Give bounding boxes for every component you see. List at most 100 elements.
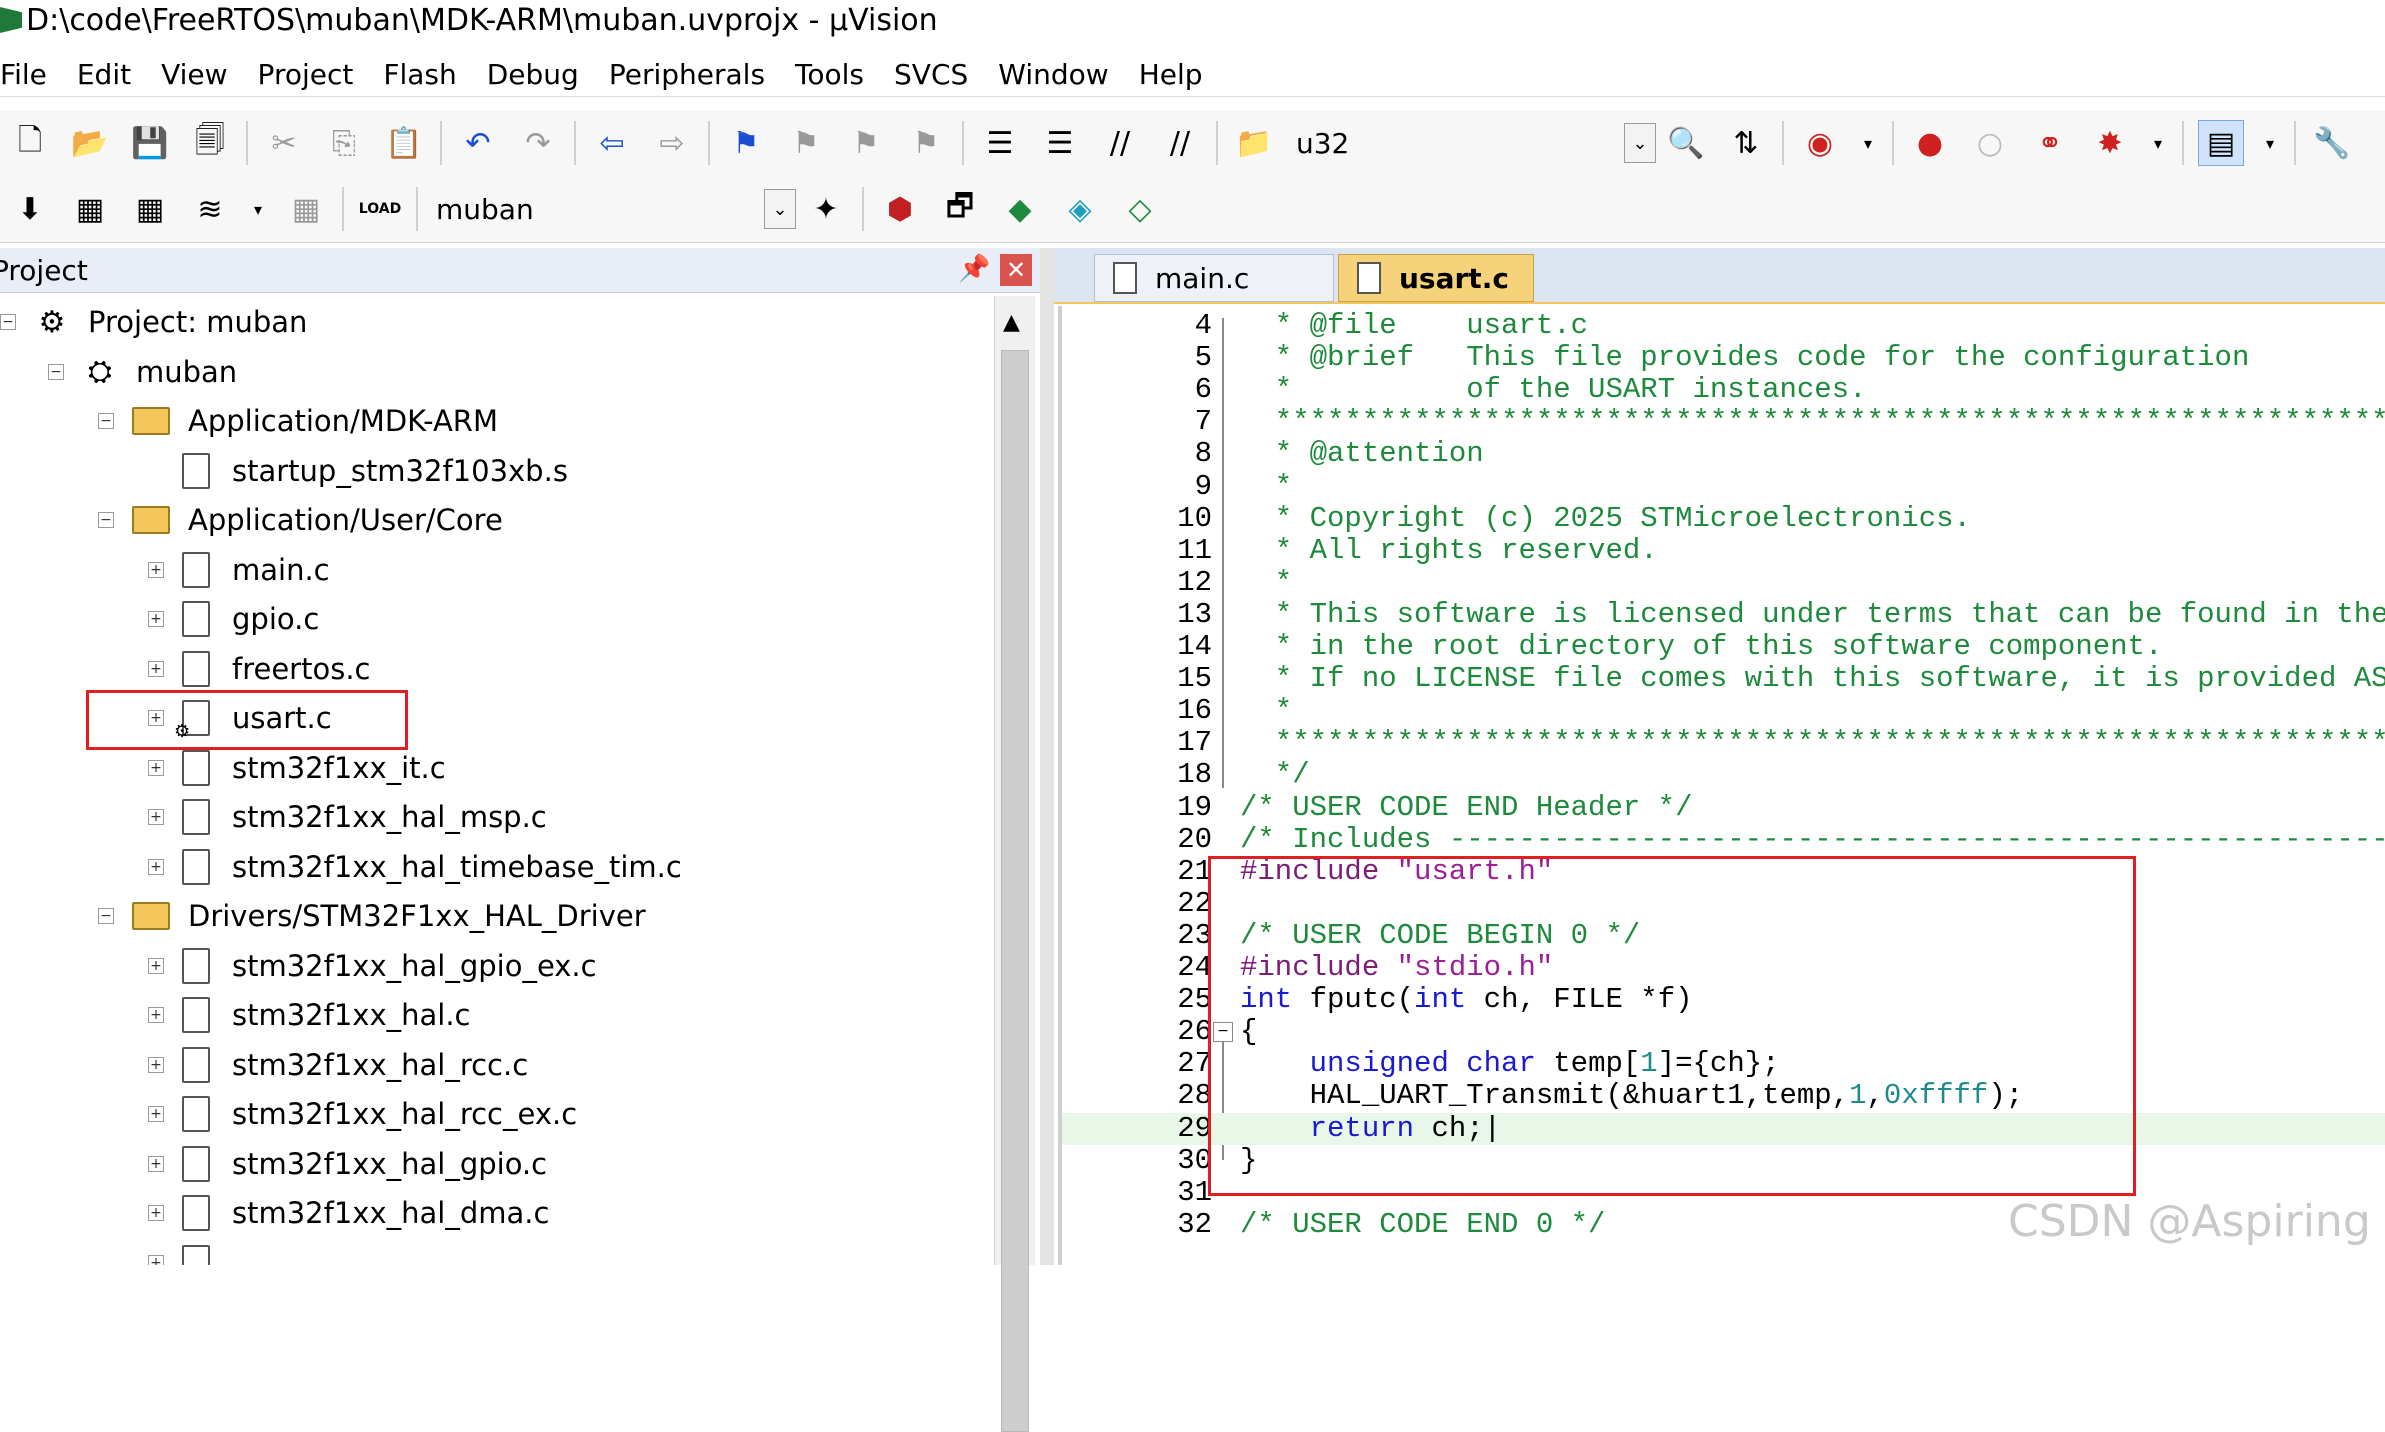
incremental-find-icon[interactable]: ⇅: [1724, 121, 1768, 165]
tree-item-file[interactable]: + stm32f1xx_hal_gpio_ex.c: [148, 944, 597, 988]
unindent-icon[interactable]: ☰: [1038, 121, 1082, 165]
comment-icon[interactable]: //: [1098, 121, 1142, 165]
disable-all-breakpoints-icon[interactable]: ⚭: [2028, 121, 2072, 165]
code-line[interactable]: 12 *: [1062, 566, 2385, 599]
menu-flash[interactable]: Flash: [383, 58, 456, 91]
collapse-icon[interactable]: −: [98, 413, 114, 429]
collapse-icon[interactable]: −: [48, 363, 64, 380]
code-line[interactable]: 19 /* USER CODE END Header */: [1062, 791, 2385, 824]
code-line[interactable]: 9 *: [1062, 470, 2385, 503]
cut-icon[interactable]: ✂: [262, 121, 306, 165]
undo-icon[interactable]: ↶: [456, 121, 500, 165]
translate-icon[interactable]: ⬇: [8, 187, 52, 231]
code-line[interactable]: 27 unsigned char temp[1]={ch};: [1062, 1048, 2385, 1080]
stop-build-icon[interactable]: ▦: [284, 187, 328, 231]
expand-icon[interactable]: +: [148, 1205, 164, 1221]
configure-icon[interactable]: 🔧: [2310, 121, 2354, 165]
chevron-down-icon[interactable]: ▾: [2148, 121, 2168, 165]
menu-file[interactable]: File: [0, 58, 47, 91]
close-icon[interactable]: ✕: [1000, 254, 1032, 286]
code-line[interactable]: 28 HAL_UART_Transmit(&huart1,temp,1,0xff…: [1062, 1080, 2385, 1112]
new-file-icon[interactable]: 🗋: [8, 121, 52, 165]
tree-item-file[interactable]: + stm32f1xx_hal_rcc_ex.c: [148, 1092, 577, 1136]
target-select[interactable]: muban ⌄: [424, 189, 796, 229]
code-line[interactable]: 29 return ch;|: [1062, 1112, 2385, 1145]
window-layout-icon[interactable]: ▤: [2198, 120, 2244, 166]
prev-bookmark-icon[interactable]: ⚑: [784, 121, 828, 165]
expand-icon[interactable]: +: [148, 759, 164, 776]
kill-all-breakpoints-icon[interactable]: ✸: [2088, 121, 2132, 165]
insert-breakpoint-icon[interactable]: ●: [1908, 121, 1952, 165]
open-file-icon[interactable]: 📂: [68, 121, 112, 165]
code-line[interactable]: 21 #include "usart.h": [1062, 855, 2385, 888]
tree-item-file[interactable]: + stm32f1xx_hal_rcc.c: [148, 1043, 528, 1087]
tree-item-folder[interactable]: − Drivers/STM32F1xx_HAL_Driver: [98, 894, 646, 938]
uncomment-icon[interactable]: //: [1158, 121, 1202, 165]
expand-icon[interactable]: +: [148, 561, 164, 578]
tree-item-target[interactable]: − ⛭ muban: [48, 350, 237, 394]
collapse-icon[interactable]: −: [98, 512, 114, 528]
code-line[interactable]: 26 {: [1062, 1016, 2385, 1048]
menu-project[interactable]: Project: [258, 58, 354, 91]
tree-item-folder[interactable]: − Application/User/Core: [98, 498, 503, 542]
menu-peripherals[interactable]: Peripherals: [609, 58, 765, 91]
find-icon[interactable]: 🔍: [1664, 121, 1708, 165]
expand-icon[interactable]: +: [148, 1254, 164, 1265]
tree-item-file[interactable]: + stm32f1xx_hal_dma.c: [148, 1191, 549, 1235]
tree-item-file[interactable]: + gpio.c: [148, 597, 319, 641]
options-for-target-icon[interactable]: ✦: [804, 187, 848, 231]
chevron-down-icon[interactable]: ⌄: [764, 189, 796, 229]
collapse-icon[interactable]: −: [0, 314, 16, 330]
code-line[interactable]: 5 * @brief This file provides code for t…: [1062, 342, 2385, 374]
tree-item-file[interactable]: + stm32f1xx_it.c: [148, 746, 446, 790]
tree-item-project[interactable]: − ⚙ Project: muban: [0, 300, 307, 344]
save-all-icon[interactable]: 🗐: [188, 121, 232, 165]
code-line[interactable]: 8 * @attention: [1062, 438, 2385, 470]
expand-icon[interactable]: +: [148, 1007, 164, 1023]
code-line[interactable]: 4 * @file usart.c: [1062, 310, 2385, 342]
code-line[interactable]: 18 */: [1062, 759, 2385, 791]
code-line[interactable]: 14 * in the root directory of this softw…: [1062, 631, 2385, 663]
tree-item-file[interactable]: + main.c: [148, 548, 330, 592]
paste-icon[interactable]: 📋: [382, 121, 426, 165]
code-line[interactable]: 23 /* USER CODE BEGIN 0 */: [1062, 919, 2385, 952]
pane-splitter[interactable]: [1040, 248, 1054, 1265]
code-line[interactable]: 15 * If no LICENSE file comes with this …: [1062, 663, 2385, 695]
navigate-back-icon[interactable]: ⇦: [590, 121, 634, 165]
tree-item-file[interactable]: + stm32f1xx_hal_gpio.c: [148, 1142, 547, 1186]
save-icon[interactable]: 💾: [128, 121, 172, 165]
collapse-icon[interactable]: −: [98, 908, 114, 924]
enable-breakpoint-icon[interactable]: ○: [1968, 121, 2012, 165]
find-combo[interactable]: u32 ⌄: [1284, 123, 1656, 163]
tree-item-file-gear[interactable]: + usart.c: [148, 696, 332, 742]
code-editor[interactable]: − 4 * @file usart.c 5 * @brief This file …: [1058, 306, 2385, 1265]
code-line[interactable]: 10 * Copyright (c) 2025 STMicroelectroni…: [1062, 502, 2385, 535]
tree-item-file[interactable]: + stm32f1xx_hal.c: [148, 993, 471, 1037]
debug-session-icon[interactable]: ◉: [1798, 121, 1842, 165]
code-line[interactable]: 17 *************************************…: [1062, 727, 2385, 759]
tree-item-file[interactable]: + freertos.c: [148, 647, 371, 691]
navigate-forward-icon[interactable]: ⇨: [650, 121, 694, 165]
expand-icon[interactable]: +: [148, 710, 164, 726]
code-line[interactable]: 20 /* Includes --------------------------…: [1062, 823, 2385, 856]
batch-build-icon[interactable]: ≋: [188, 187, 232, 231]
code-line[interactable]: 30}: [1062, 1144, 2385, 1177]
menu-help[interactable]: Help: [1139, 58, 1203, 91]
chevron-down-icon[interactable]: ⌄: [1624, 123, 1656, 163]
expand-icon[interactable]: +: [148, 660, 164, 677]
expand-icon[interactable]: +: [148, 1056, 164, 1073]
code-line[interactable]: 6 * of the USART instances.: [1062, 374, 2385, 406]
next-bookmark-icon[interactable]: ⚑: [844, 121, 888, 165]
expand-icon[interactable]: +: [148, 1155, 164, 1172]
rebuild-icon[interactable]: ▦: [128, 187, 172, 231]
copy-icon[interactable]: ⎘: [322, 121, 366, 165]
menu-tools[interactable]: Tools: [795, 58, 864, 91]
expand-icon[interactable]: +: [148, 1106, 164, 1122]
tab-main-c[interactable]: main.c: [1094, 254, 1334, 302]
code-line[interactable]: 22: [1062, 887, 2385, 920]
tree-item-file[interactable]: startup_stm32f103xb.s: [148, 449, 568, 493]
tree-item-file[interactable]: + stm32f1xx_hal_msp.c: [148, 795, 547, 839]
menu-window[interactable]: Window: [998, 58, 1108, 91]
code-line[interactable]: 24 #include "stdio.h": [1062, 952, 2385, 984]
find-in-files-icon[interactable]: 📁: [1232, 121, 1276, 165]
